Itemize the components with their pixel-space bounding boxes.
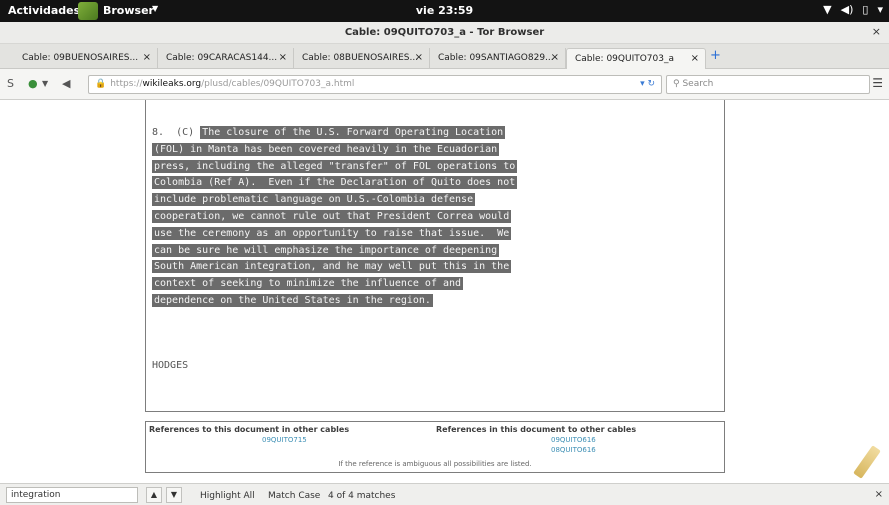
window-close-icon[interactable]: ×	[872, 25, 881, 38]
tab-close-icon[interactable]: ×	[143, 52, 151, 63]
url-host: wikileaks.org	[142, 79, 202, 89]
selected-text[interactable]: South American integration, and he may w…	[152, 260, 512, 274]
cable-line: can be sure he will emphasize the import…	[152, 243, 517, 260]
cable-line: (FOL) in Manta has been covered heavily …	[152, 142, 517, 159]
cable-line: South American integration, and he may w…	[152, 259, 517, 276]
find-previous-button[interactable]: ▲	[146, 487, 162, 503]
tab-label: Cable: 09QUITO703_a	[575, 54, 674, 64]
find-input[interactable]: integration	[6, 487, 138, 503]
ref-link[interactable]: 09QUITO715	[262, 436, 307, 444]
network-icon[interactable]: ▼	[823, 3, 831, 16]
references-box: References to this document in other cab…	[145, 421, 725, 473]
selected-text[interactable]: context of seeking to minimize the influ…	[152, 277, 464, 291]
tab-close-icon[interactable]: ×	[279, 52, 287, 63]
reload-icon[interactable]: ▾ ↻	[640, 79, 655, 89]
security-level-icon[interactable]: S	[7, 77, 14, 90]
pencil-icon	[853, 445, 881, 479]
ref-link[interactable]: 09QUITO616	[551, 436, 596, 444]
tab-09quito-active[interactable]: Cable: 09QUITO703_a ×	[566, 48, 706, 69]
tab-close-icon[interactable]: ×	[551, 52, 559, 63]
paragraph-marker: 8. (C)	[152, 127, 201, 138]
selected-text[interactable]: use the ceremony as an opportunity to ra…	[152, 226, 512, 240]
battery-icon[interactable]: ▯	[862, 3, 868, 16]
refs-note: If the reference is ambiguous all possib…	[338, 460, 532, 468]
url-bar[interactable]: 🔒 https://wikileaks.org/plusd/cables/09QU…	[88, 75, 662, 94]
system-menu-caret-icon[interactable]: ▾	[877, 3, 883, 16]
tab-label: Cable: 09SANTIAGO829...	[438, 53, 554, 63]
cable-paragraph: 8. (C) The closure of the U.S. Forward O…	[152, 125, 518, 310]
tab-label: Cable: 08BUENOSAIRES...	[302, 53, 419, 63]
find-next-button[interactable]: ▼	[166, 487, 182, 503]
tab-09caracas[interactable]: Cable: 09CARACAS144... ×	[158, 48, 294, 69]
cable-line: context of seeking to minimize the influ…	[152, 276, 517, 293]
tab-09santiago[interactable]: Cable: 09SANTIAGO829... ×	[430, 48, 566, 69]
selected-text[interactable]: The closure of the U.S. Forward Operatin…	[200, 126, 506, 139]
selected-text[interactable]: cooperation, we cannot rule out that Pre…	[152, 209, 512, 223]
system-top-bar: Actividades Browser ▼ vie 23:59 ▼ ◀) ▯ ▾	[0, 0, 889, 22]
search-bar[interactable]: ⚲ Search	[666, 75, 870, 94]
tab-08buenosaires[interactable]: Cable: 08BUENOSAIRES... ×	[294, 48, 430, 69]
find-close-icon[interactable]: ×	[875, 489, 883, 500]
volume-icon[interactable]: ◀)	[841, 3, 854, 16]
tor-onion-icon[interactable]: ●	[28, 77, 38, 90]
highlight-all-toggle[interactable]: Highlight All	[200, 491, 255, 501]
system-tray[interactable]: ▼ ◀) ▯ ▾	[823, 3, 883, 16]
refs-to-heading: References to this document in other cab…	[149, 425, 350, 434]
tab-strip: Cable: 09BUENOSAIRES... × Cable: 09CARAC…	[0, 44, 889, 69]
navigation-bar: S ● ▼ ◀ 🔒 https://wikileaks.org/plusd/cab…	[0, 69, 889, 100]
cable-line: dependence on the United States in the r…	[152, 293, 517, 310]
tab-close-icon[interactable]: ×	[415, 52, 423, 63]
selected-text[interactable]: dependence on the United States in the r…	[152, 293, 433, 307]
window-title: Cable: 09QUITO703_a - Tor Browser	[344, 27, 545, 38]
clock[interactable]: vie 23:59	[0, 4, 889, 17]
selected-text[interactable]: press, including the alleged "transfer" …	[152, 159, 518, 173]
page-content: 8. (C) The closure of the U.S. Forward O…	[0, 100, 889, 483]
url-scheme: https://	[110, 79, 143, 89]
lock-icon[interactable]: 🔒	[95, 79, 106, 89]
tab-label: Cable: 09CARACAS144...	[166, 53, 278, 63]
search-placeholder: Search	[682, 79, 714, 89]
url-path: /plusd/cables/09QUITO703_a.html	[201, 79, 355, 89]
cable-line: include problematic language on U.S.-Col…	[152, 192, 517, 209]
cable-signoff: HODGES	[152, 360, 189, 371]
screen: Actividades Browser ▼ vie 23:59 ▼ ◀) ▯ ▾…	[0, 0, 889, 505]
window-titlebar: Cable: 09QUITO703_a - Tor Browser ×	[0, 22, 889, 44]
cable-line: cooperation, we cannot rule out that Pre…	[152, 209, 517, 226]
find-bar: integration ▲ ▼ Highlight All Match Case…	[0, 483, 889, 505]
cable-line: Colombia (Ref A). Even if the Declaratio…	[152, 175, 518, 192]
hamburger-menu-icon[interactable]: ☰	[872, 76, 883, 90]
selected-text[interactable]: include problematic language on U.S.-Col…	[152, 193, 476, 207]
ref-link[interactable]: 08QUITO616	[551, 446, 596, 454]
back-icon[interactable]: ◀	[62, 77, 70, 90]
find-status: 4 of 4 matches	[328, 491, 396, 501]
refs-in-heading: References in this document to other cab…	[436, 425, 637, 434]
selected-text[interactable]: can be sure he will emphasize the import…	[152, 243, 500, 257]
tab-close-icon[interactable]: ×	[691, 53, 699, 64]
cable-line: 8. (C) The closure of the U.S. Forward O…	[152, 125, 517, 142]
tab-label: Cable: 09BUENOSAIRES...	[22, 53, 139, 63]
cable-line: use the ceremony as an opportunity to ra…	[152, 226, 517, 243]
new-tab-icon[interactable]: +	[710, 48, 721, 63]
selected-text[interactable]: Colombia (Ref A). Even if the Declaratio…	[152, 176, 518, 190]
tor-menu-caret-icon[interactable]: ▼	[42, 79, 48, 88]
cable-line: press, including the alleged "transfer" …	[152, 159, 518, 176]
match-case-toggle[interactable]: Match Case	[268, 491, 320, 501]
selected-text[interactable]: (FOL) in Manta has been covered heavily …	[152, 142, 500, 156]
tab-09buenosaires[interactable]: Cable: 09BUENOSAIRES... ×	[14, 48, 158, 69]
